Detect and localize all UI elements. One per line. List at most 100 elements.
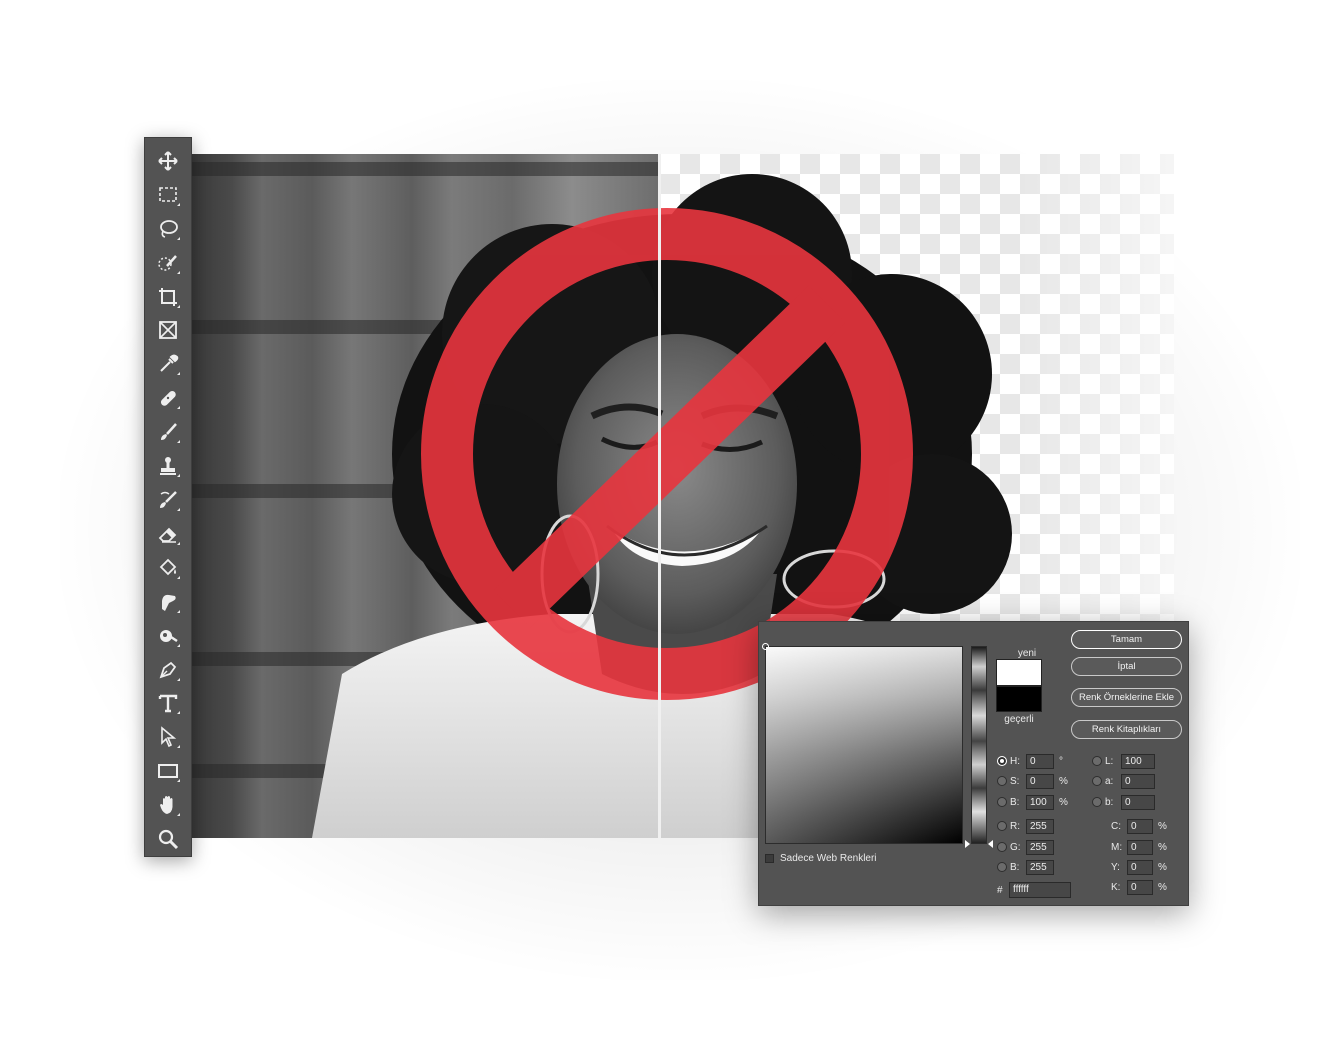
yellow-label: Y:	[1111, 861, 1120, 873]
zoom-icon	[158, 829, 179, 850]
rectangle-tool[interactable]	[152, 754, 184, 788]
web-colors-checkbox[interactable]	[765, 854, 774, 863]
hue-radio[interactable]	[997, 756, 1007, 766]
hex-input[interactable]: ffffff	[1009, 882, 1071, 898]
tool-group-indicator	[177, 474, 180, 478]
bandage-icon	[160, 391, 176, 407]
tool-group-indicator	[177, 643, 180, 647]
web-colors-only-option[interactable]: Sadece Web Renkleri	[765, 853, 877, 864]
type-tool[interactable]	[152, 687, 184, 721]
lab-a-input[interactable]: 0	[1121, 773, 1155, 789]
magenta-input[interactable]: 0	[1127, 839, 1153, 855]
history-brush-icon	[160, 491, 177, 509]
move-tool[interactable]	[152, 144, 184, 178]
smudge-tool[interactable]	[152, 585, 184, 619]
tool-group-indicator	[177, 711, 180, 715]
move-icon	[158, 151, 178, 171]
paint-bucket-icon	[159, 558, 177, 576]
pen-icon	[159, 661, 177, 678]
history-brush-tool[interactable]	[152, 483, 184, 517]
yellow-unit: %	[1158, 861, 1167, 873]
frame-icon	[159, 321, 177, 340]
black-input[interactable]: 0	[1127, 879, 1153, 895]
cyan-row: C: 0 %	[1111, 818, 1167, 834]
lab-l-radio[interactable]	[1092, 756, 1102, 766]
rectangular-marquee-tool[interactable]	[152, 178, 184, 212]
brightness-radio[interactable]	[997, 797, 1007, 807]
pen-tool[interactable]	[152, 653, 184, 687]
stamp-icon	[160, 457, 176, 476]
paint-bucket-tool[interactable]	[152, 551, 184, 585]
yellow-row: Y: 0 %	[1111, 859, 1167, 875]
lab-b-row: b: 0	[1092, 794, 1155, 810]
yellow-input[interactable]: 0	[1127, 859, 1153, 875]
eraser-tool[interactable]	[152, 517, 184, 551]
hex-row: # ffffff	[997, 882, 1071, 898]
path-selection-tool[interactable]	[152, 720, 184, 754]
eyedropper-icon	[160, 354, 179, 373]
hue-slider[interactable]	[971, 646, 987, 844]
cyan-input[interactable]: 0	[1127, 818, 1153, 834]
lab-l-row: L: 100	[1092, 753, 1155, 769]
zoom-tool[interactable]	[152, 822, 184, 856]
green-radio[interactable]	[997, 842, 1007, 852]
hand-tool[interactable]	[152, 788, 184, 822]
hue-input[interactable]: 0	[1026, 753, 1054, 769]
saturation-input[interactable]: 0	[1026, 773, 1054, 789]
black-row: K: 0 %	[1111, 879, 1167, 895]
color-libraries-button[interactable]: Renk Kitaplıkları	[1071, 720, 1182, 739]
lab-b-input[interactable]: 0	[1121, 794, 1155, 810]
brightness-unit: %	[1059, 796, 1068, 808]
lab-l-input[interactable]: 100	[1121, 753, 1155, 769]
current-color-label: geçerli	[1004, 714, 1034, 725]
lab-a-radio[interactable]	[1092, 776, 1102, 786]
lab-b-label: b:	[1105, 796, 1114, 808]
saturation-row: S: 0 %	[997, 773, 1068, 789]
blue-label: B:	[1010, 861, 1020, 873]
saturation-unit: %	[1059, 775, 1068, 787]
brush-icon	[161, 423, 177, 441]
color-field-cursor[interactable]	[762, 643, 769, 650]
red-label: R:	[1010, 820, 1020, 832]
lasso-tool[interactable]	[152, 212, 184, 246]
saturation-radio[interactable]	[997, 776, 1007, 786]
hex-label: #	[997, 884, 1003, 896]
saturation-label: S:	[1010, 775, 1020, 787]
color-field[interactable]	[765, 646, 963, 844]
before-after-divider[interactable]	[658, 154, 661, 838]
cyan-label: C:	[1111, 820, 1121, 832]
red-row: R: 255	[997, 818, 1054, 834]
tool-group-indicator	[177, 304, 180, 308]
magenta-row: M: 0 %	[1111, 839, 1167, 855]
cyan-unit: %	[1158, 820, 1167, 832]
brightness-input[interactable]: 100	[1026, 794, 1054, 810]
green-input[interactable]: 255	[1026, 839, 1054, 855]
tools-panel	[144, 137, 192, 857]
tool-group-indicator	[177, 236, 180, 240]
frame-tool[interactable]	[152, 314, 184, 348]
blue-radio[interactable]	[997, 862, 1007, 872]
lab-b-radio[interactable]	[1092, 797, 1102, 807]
spot-healing-tool[interactable]	[152, 381, 184, 415]
red-radio[interactable]	[997, 821, 1007, 831]
ok-button[interactable]: Tamam	[1071, 630, 1182, 649]
eyedropper-tool[interactable]	[152, 347, 184, 381]
hue-slider-handle-left[interactable]	[965, 840, 970, 848]
quick-selection-tool[interactable]	[152, 246, 184, 280]
red-input[interactable]: 255	[1026, 818, 1054, 834]
lasso-icon	[160, 219, 178, 238]
current-color-swatch[interactable]	[996, 686, 1042, 712]
marquee-icon	[159, 187, 177, 202]
quick-selection-icon	[158, 254, 177, 271]
clone-stamp-tool[interactable]	[152, 449, 184, 483]
add-to-swatches-button[interactable]: Renk Örneklerine Ekle	[1071, 688, 1182, 707]
smudge-icon	[162, 594, 176, 611]
crop-tool[interactable]	[152, 280, 184, 314]
tool-group-indicator	[177, 406, 180, 410]
crop-icon	[159, 287, 177, 306]
brush-tool[interactable]	[152, 415, 184, 449]
dodge-tool[interactable]	[152, 619, 184, 653]
cancel-button[interactable]: İptal	[1071, 657, 1182, 676]
hue-slider-handle-right[interactable]	[988, 840, 993, 848]
blue-input[interactable]: 255	[1026, 859, 1054, 875]
